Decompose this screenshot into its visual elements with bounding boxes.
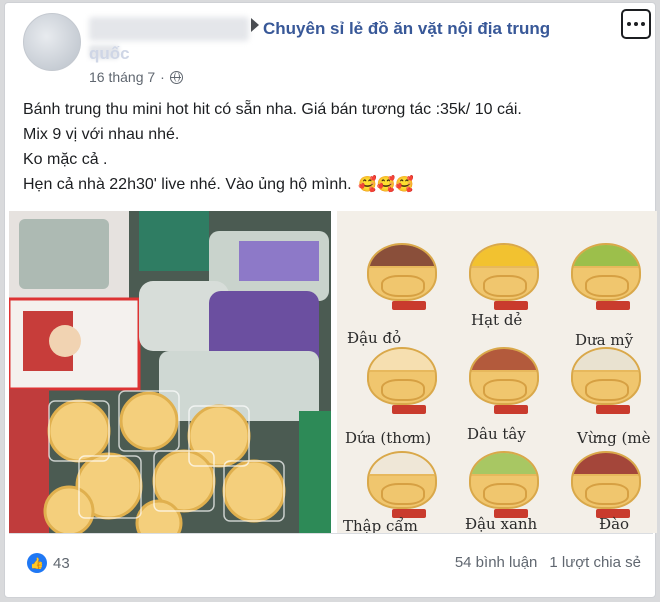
reactions[interactable]: 👍 43 [27, 553, 70, 573]
flavor-cell [449, 323, 549, 423]
flavor-cell [449, 219, 549, 319]
post-date[interactable]: 16 tháng 7 [89, 69, 155, 85]
more-options-icon[interactable] [621, 9, 651, 39]
flavor-label: Hạt dẻ [471, 311, 523, 329]
snacks-illustration [9, 211, 331, 533]
mooncake [367, 347, 437, 405]
flavor-tag [596, 301, 630, 310]
photo-snacks[interactable] [9, 211, 331, 533]
group-name-continued[interactable]: quốc [89, 44, 130, 64]
flavor-tag [392, 405, 426, 414]
mooncake [571, 243, 641, 301]
post-line: Ko mặc cả . [23, 151, 108, 168]
mooncake [469, 451, 539, 509]
flavor-label: Đào [599, 515, 630, 533]
group-name-link[interactable]: Chuyên sỉ lẻ đồ ăn vặt nội địa trung [263, 18, 603, 40]
globe-icon[interactable] [169, 70, 183, 84]
flavor-label: Dứa (thơm) [345, 429, 432, 447]
flavor-label: Đậu đỏ [347, 329, 402, 347]
flavor-tag [494, 405, 528, 414]
flavor-label: Vừng (mè [577, 429, 651, 447]
flavor-label: Dâu tây [467, 425, 526, 443]
post-line: Hẹn cả nhà 22h30' live nhé. Vào ủng hộ m… [23, 172, 643, 197]
post-meta: 16 tháng 7 · [89, 69, 183, 85]
mooncake [469, 347, 539, 405]
post-line: Bánh trung thu mini hot hit có sẵn nha. … [23, 101, 522, 118]
flavor-label: Đậu xanh [465, 515, 538, 533]
footer-divider [9, 533, 653, 534]
meta-separator: · [160, 69, 165, 85]
flavor-cell [551, 219, 651, 319]
post-line-text: Hẹn cả nhà 22h30' live nhé. Vào ủng hộ m… [23, 176, 352, 193]
flavor-cell [347, 219, 447, 319]
post-body: Bánh trung thu mini hot hit có sẵn nha. … [23, 97, 643, 197]
post-stats: 54 bình luận 1 lượt chia sẻ [455, 554, 641, 571]
blurred-author-name [89, 17, 249, 41]
mooncake [571, 451, 641, 509]
post-card: Chuyên sỉ lẻ đồ ăn vặt nội địa trung quố… [4, 2, 657, 598]
flavor-tag [392, 301, 426, 310]
flavor-tag [494, 301, 528, 310]
mooncake [571, 347, 641, 405]
like-count[interactable]: 43 [53, 555, 70, 572]
mooncake [367, 451, 437, 509]
emoji: 🥰🥰🥰 [358, 176, 415, 193]
arrow-right-icon [251, 18, 259, 32]
avatar[interactable] [23, 13, 81, 71]
mooncake [367, 243, 437, 301]
photo-flavor-grid[interactable]: Đậu đỏ Hạt dẻ Dưa mỹ Dứa (thơm) Dâu tây … [337, 211, 657, 533]
flavor-label: Dưa mỹ [575, 331, 634, 349]
mooncake [469, 243, 539, 301]
thumbs-up-icon: 👍 [27, 553, 47, 573]
flavor-tag [596, 405, 630, 414]
post-line: Mix 9 vị với nhau nhé. [23, 126, 180, 143]
comment-count[interactable]: 54 bình luận [455, 554, 538, 571]
share-count[interactable]: 1 lượt chia sẻ [549, 554, 641, 571]
flavor-label: Thập cẩm [343, 517, 418, 533]
